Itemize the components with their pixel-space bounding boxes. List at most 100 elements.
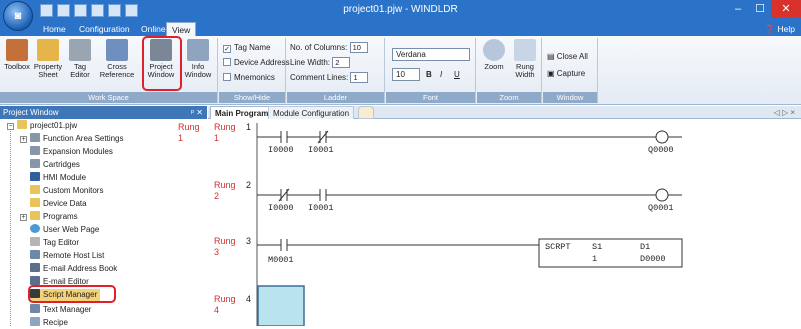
- tree-item-programs[interactable]: Programs: [30, 211, 78, 223]
- address-book-icon: [30, 263, 40, 272]
- underline-button[interactable]: U: [454, 68, 460, 81]
- window-controls: – ☐ ✕: [727, 0, 801, 18]
- tree-item-expansion-modules[interactable]: Expansion Modules: [30, 146, 113, 158]
- group-label-showhide: Show/Hide: [219, 92, 285, 103]
- zoom-button[interactable]: Zoom: [480, 38, 508, 71]
- tree-root-label: project01.pjw: [30, 121, 78, 130]
- columns-setting: No. of Columns: 10: [290, 41, 368, 54]
- tab-view[interactable]: View: [166, 22, 197, 36]
- tag-name-label: Tag Name: [234, 43, 271, 52]
- operand-i0000: I0000: [268, 203, 294, 213]
- block-s1-value: 1: [592, 254, 598, 264]
- toolbox-button[interactable]: Toolbox: [3, 38, 31, 71]
- programs-expander[interactable]: +: [20, 214, 27, 221]
- tree-item-user-webpage[interactable]: User Web Page: [30, 224, 99, 236]
- tree-item-tag-editor[interactable]: Tag Editor: [30, 237, 79, 249]
- cross-reference-button[interactable]: Cross Reference: [97, 38, 137, 79]
- application-button[interactable]: ◙: [3, 1, 33, 31]
- group-showhide: ✓ Tag Name Device Address Mnemonics Show/…: [219, 38, 290, 103]
- cursor-cell[interactable]: [257, 285, 305, 326]
- group-label-zoom: Zoom: [477, 92, 541, 103]
- help-button[interactable]: ❓ Help: [765, 22, 795, 36]
- block-d1-label: D1: [640, 242, 651, 252]
- tree-item-email-address-book[interactable]: E-mail Address Book: [30, 263, 117, 275]
- group-label-workspace: Work Space: [0, 92, 217, 103]
- tree-item-cartridges[interactable]: Cartridges: [30, 159, 80, 171]
- tree-item-label: Programs: [43, 212, 78, 221]
- folder-icon: [30, 185, 40, 194]
- tree-item-recipe[interactable]: Recipe: [30, 317, 68, 329]
- linewidth-setting: Line Width: 2: [290, 56, 351, 69]
- capture-label: Capture: [556, 69, 586, 78]
- tree-item-text-manager[interactable]: Text Manager: [30, 304, 91, 316]
- operand-m0001: M0001: [268, 255, 294, 265]
- rung-word: Rung: [214, 236, 236, 246]
- project-window-highlight: [142, 36, 182, 91]
- tab-module-configuration[interactable]: Module Configuration: [268, 106, 355, 119]
- tree-item-custom-monitors[interactable]: Custom Monitors: [30, 185, 103, 197]
- tag-editor-button[interactable]: Tag Editor: [67, 38, 93, 79]
- rung-word: Rung: [178, 122, 200, 132]
- tree-item-hmi-module[interactable]: HMI Module: [30, 172, 86, 184]
- font-name-select[interactable]: Verdana: [392, 48, 470, 61]
- rung-index: 1: [178, 133, 184, 143]
- toolbox-icon: [6, 39, 28, 61]
- group-label-ladder: Ladder: [287, 92, 384, 103]
- tree-root[interactable]: project01.pjw: [17, 120, 77, 132]
- tab-scroll-arrows[interactable]: ◁ ▷ ×: [774, 106, 795, 119]
- tree-item-function-area-settings[interactable]: Function Area Settings: [30, 133, 124, 145]
- tab-home[interactable]: Home: [38, 22, 71, 36]
- pin-close-icons[interactable]: ᵖ ✕: [191, 106, 203, 119]
- operand-q0000: Q0000: [648, 145, 674, 155]
- group-ladder: No. of Columns: 10 Line Width: 2 Comment…: [287, 38, 385, 103]
- capture-icon: ▣: [547, 69, 557, 78]
- font-size-select[interactable]: 10: [392, 68, 420, 81]
- italic-button[interactable]: I: [440, 68, 442, 81]
- globe-icon: [30, 224, 40, 233]
- rung-label-1: Rung1: [214, 122, 236, 144]
- tree-item-label: Function Area Settings: [43, 134, 124, 143]
- comment-lines-label: Comment Lines:: [290, 73, 349, 82]
- close-all-label: Close All: [556, 52, 588, 61]
- rung-width-button[interactable]: Rung Width: [510, 38, 540, 79]
- title-bar: project01.pjw - WINDLDR – ☐ ✕: [0, 0, 801, 22]
- group-window: ▤ Close All ▣ Capture Window: [543, 38, 598, 103]
- info-window-icon: [187, 39, 209, 61]
- minimize-button[interactable]: –: [727, 0, 749, 18]
- rung-label-3: Rung3: [214, 236, 236, 258]
- mnemonics-checkbox[interactable]: Mnemonics: [223, 71, 275, 84]
- checkbox-checked-icon: ✓: [223, 45, 231, 53]
- info-window-button[interactable]: Info Window: [183, 38, 213, 79]
- ribbon: Toolbox Property Sheet Tag Editor Cross …: [0, 36, 801, 105]
- bold-button[interactable]: B: [426, 68, 432, 81]
- tag-editor-icon: [69, 39, 91, 61]
- email-icon: [30, 276, 40, 285]
- tree-item-remote-host-list[interactable]: Remote Host List: [30, 250, 104, 262]
- comment-lines-spinner[interactable]: 1: [350, 72, 369, 84]
- tag-name-checkbox[interactable]: ✓ Tag Name: [223, 41, 270, 54]
- rung-number-3: 3: [246, 236, 252, 246]
- device-address-checkbox[interactable]: Device Address: [223, 56, 290, 69]
- close-button[interactable]: ✕: [771, 0, 801, 18]
- help-label: Help: [777, 24, 795, 34]
- linewidth-spinner[interactable]: 2: [332, 57, 351, 69]
- block-d1-value: D0000: [640, 254, 666, 264]
- tab-configuration[interactable]: Configuration: [74, 22, 135, 36]
- linewidth-label: Line Width:: [290, 58, 331, 67]
- new-tab-button[interactable]: [358, 106, 374, 119]
- tree-item-device-data[interactable]: Device Data: [30, 198, 87, 210]
- rung-label-1: Rung1: [178, 122, 200, 144]
- script-manager-highlight: [28, 285, 116, 303]
- property-sheet-button[interactable]: Property Sheet: [33, 38, 63, 79]
- function-area-expander[interactable]: +: [20, 136, 27, 143]
- tree-item-label: Tag Editor: [43, 238, 80, 247]
- root-expander[interactable]: −: [7, 123, 14, 130]
- tab-main-program[interactable]: Main Program: [210, 106, 274, 119]
- close-all-button[interactable]: ▤ Close All: [547, 50, 588, 63]
- capture-button[interactable]: ▣ Capture: [547, 67, 585, 80]
- columns-spinner[interactable]: 10: [349, 42, 368, 54]
- block-name-scrpt: SCRPT: [545, 242, 571, 252]
- ribbon-tab-row: Home Configuration Online View ❓ Help: [0, 22, 801, 36]
- maximize-button[interactable]: ☐: [749, 0, 771, 18]
- cartridge-icon: [30, 159, 40, 168]
